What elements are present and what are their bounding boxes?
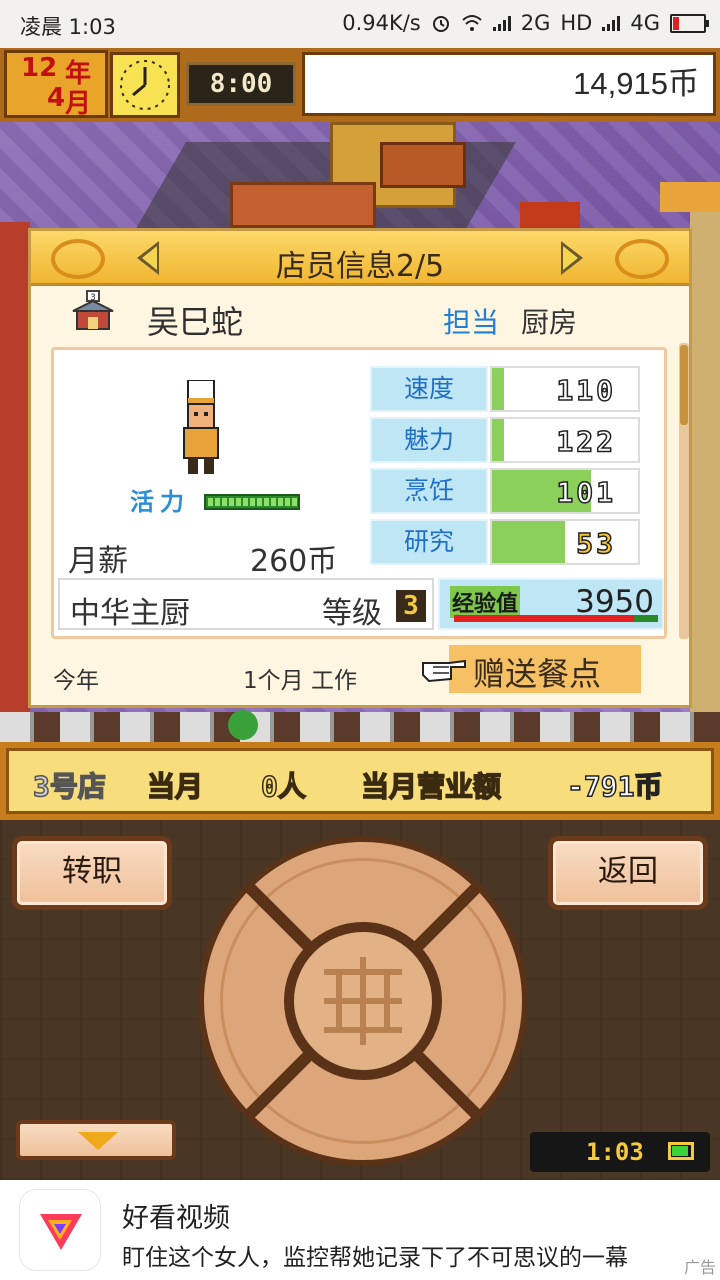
ad-title[interactable]: 好看视频 (122, 1196, 230, 1235)
dpad-center-button[interactable] (284, 922, 442, 1080)
game-top-bar: 12 年 4 月 8:00 14,915币 (0, 48, 720, 122)
network-4g: 4G (630, 11, 660, 35)
haokan-app-icon[interactable] (20, 1190, 100, 1270)
wifi-icon (462, 15, 482, 31)
bench-prop-2 (380, 142, 466, 188)
store-status-bar: 3号店 当月 0人 当月营业额 -791币 (0, 742, 720, 820)
hd-label: HD (560, 11, 593, 35)
revenue-value: -791币 (566, 769, 663, 804)
date-display: 12 年 4 月 (4, 50, 108, 119)
expand-down-button[interactable] (16, 1120, 176, 1160)
level-label: 等级 (322, 596, 382, 631)
controls-area: 转职 返回 1:03 (0, 820, 720, 1180)
stat-bar: 101 (490, 468, 640, 514)
store-building-icon: 3 (72, 290, 114, 330)
gift-button-label: 赠送餐点 (473, 655, 602, 693)
bench-prop (230, 182, 376, 228)
status-icons: 0.94K/s 2G HD 4G (342, 11, 709, 35)
game-time: 8:00 (186, 62, 296, 106)
next-staff-arrow-icon[interactable] (561, 241, 583, 275)
ad-banner[interactable]: 好看视频 盯住这个女人，监控帮她记录下了不可思议的一幕 广告 (0, 1180, 720, 1280)
month-value: 4 (47, 83, 66, 113)
stat-row-research: 研究 53 (370, 519, 642, 567)
panel-scrollbar[interactable] (679, 343, 689, 639)
stat-row-charm: 魅力 122 (370, 417, 642, 465)
staff-name: 吴巳蛇 (147, 303, 244, 341)
stat-row-cooking: 烹饪 101 (370, 468, 642, 516)
battery-icon (670, 13, 709, 33)
role-label: 担当 (443, 306, 500, 339)
work-duration: 1个月 工作 (243, 668, 357, 694)
money-display: 14,915币 (302, 52, 716, 116)
stat-bar: 53 (490, 519, 640, 565)
year-value: 12 (21, 53, 58, 83)
ad-tag: 广告 (683, 1258, 716, 1277)
experience-box: 经验值 3950 (438, 578, 664, 630)
vitality-bar (204, 494, 300, 510)
plant-prop (228, 710, 258, 740)
role-value: 厨房 (521, 306, 578, 339)
signal-icon-2 (602, 15, 621, 31)
pointing-hand-icon (422, 659, 466, 683)
chef-title-box: 中华主厨 等级 3 (58, 578, 434, 631)
vitality-label: 活力 (130, 488, 190, 516)
salary-label: 月薪 (68, 544, 128, 579)
network-2g: 2G (520, 11, 551, 35)
year-label: 今年 (53, 668, 99, 694)
signal-icon (492, 15, 511, 31)
staff-detail-card: 活力 月薪 260币 速度 110 魅力 122 烹饪 101 研究 53 中华… (51, 347, 667, 639)
alarm-icon (432, 16, 449, 32)
floor-strip (0, 712, 720, 742)
panel-title: 店员信息2/5 (275, 249, 445, 284)
stat-value: 122 (556, 424, 616, 459)
stat-row-speed: 速度 110 (370, 366, 642, 414)
game-clock-battery: 1:03 (530, 1132, 710, 1172)
stat-name: 烹饪 (370, 468, 488, 514)
stat-bar: 110 (490, 366, 640, 412)
chef-title: 中华主厨 (70, 596, 190, 631)
transfer-job-button[interactable]: 转职 (12, 836, 172, 910)
wall-left (0, 222, 30, 742)
stat-name: 速度 (370, 366, 488, 412)
chevron-down-icon (78, 1132, 118, 1150)
store-number: 3号店 (32, 769, 106, 804)
month-unit: 月 (65, 89, 92, 119)
clock-icon (110, 52, 180, 118)
wall-right (690, 202, 720, 742)
stat-value: 101 (556, 475, 616, 510)
chef-sprite (183, 380, 219, 474)
staff-info-panel: 店员信息2/5 3 吴巳蛇 担当 厨房 活力 月薪 260币 速度 110 魅力… (28, 228, 692, 708)
stat-value: 53 (576, 526, 616, 561)
status-bar: 凌晨 1:03 0.94K/s 2G HD 4G (0, 0, 720, 48)
salary-value: 260币 (250, 544, 338, 579)
mini-clock-time: 1:03 (586, 1138, 644, 1166)
back-button[interactable]: 返回 (548, 836, 708, 910)
stat-name: 研究 (370, 519, 488, 565)
battery-icon (668, 1142, 694, 1160)
stat-name: 魅力 (370, 417, 488, 463)
ad-description[interactable]: 盯住这个女人，监控帮她记录下了不可思议的一幕 (122, 1238, 628, 1272)
directional-pad[interactable] (198, 836, 528, 1166)
stat-bar: 122 (490, 417, 640, 463)
experience-label: 经验值 (450, 586, 521, 618)
gift-meal-button[interactable]: 赠送餐点 (419, 645, 641, 695)
stat-value: 110 (556, 373, 616, 408)
revenue-label: 当月营业额 (360, 769, 502, 804)
customer-count: 0人 (260, 769, 306, 804)
store-status-inner: 3号店 当月 0人 当月营业额 -791币 (6, 748, 714, 814)
month-label: 当月 (146, 769, 204, 804)
panel-header: 店员信息2/5 (31, 231, 689, 286)
status-time: 凌晨 1:03 (20, 15, 116, 39)
level-badge: 3 (396, 590, 426, 622)
pattern-icon (324, 957, 402, 1045)
experience-bar (454, 615, 658, 622)
network-speed: 0.94K/s (342, 11, 421, 35)
decor-prop-2 (660, 182, 720, 212)
